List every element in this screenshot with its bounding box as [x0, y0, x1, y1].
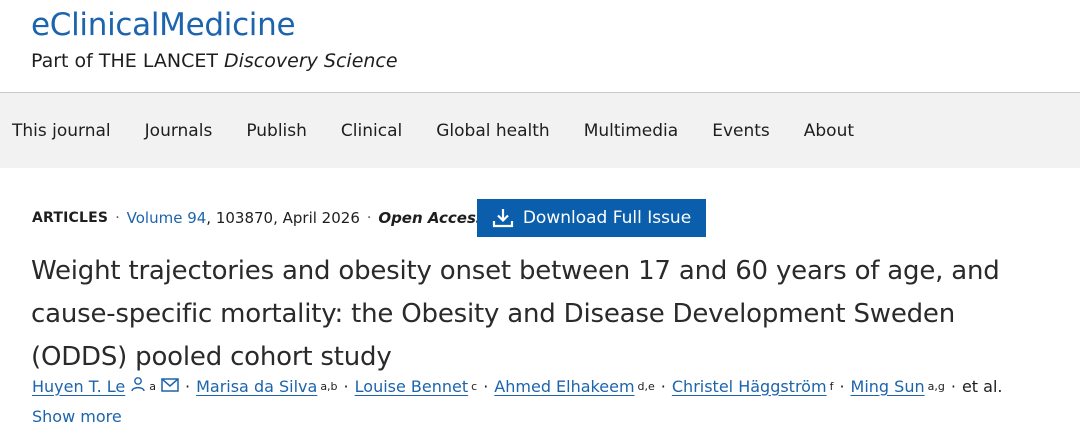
author-separator: ·	[950, 376, 956, 396]
meta-separator: ·	[115, 210, 120, 226]
author-link[interactable]: Marisa da Silva	[196, 377, 317, 396]
author-separator: ·	[184, 376, 191, 396]
open-access-label: Open Access	[378, 209, 485, 227]
main-nav: This journal Journals Publish Clinical G…	[0, 92, 1080, 168]
author-affiliation: c	[471, 379, 478, 393]
author-link[interactable]: Huyen T. Le	[32, 377, 125, 396]
download-full-issue-button[interactable]: Download Full Issue	[477, 199, 706, 237]
subtitle-italic: Discovery Science	[224, 50, 398, 72]
article-title: Weight trajectories and obesity onset be…	[31, 256, 1000, 372]
author-affiliation: a,g	[927, 379, 945, 393]
author-separator: ·	[660, 376, 666, 396]
author-list: Huyen T. Le a · Marisa da Silva a,b · Lo…	[32, 376, 1002, 396]
author-affiliation: d,e	[637, 379, 655, 393]
show-more-link[interactable]: Show more	[32, 407, 122, 426]
article-type: ARTICLES	[32, 210, 109, 226]
author-separator: ·	[483, 376, 489, 396]
nav-item-publish[interactable]: Publish	[229, 94, 324, 168]
subtitle-prefix: Part of THE LANCET	[31, 50, 218, 72]
download-button-label: Download Full Issue	[522, 208, 692, 228]
download-icon	[492, 209, 513, 228]
meta-separator: ·	[366, 210, 372, 226]
nav-item-about[interactable]: About	[787, 94, 871, 168]
author-affiliation: f	[829, 379, 834, 393]
article-meta: ARTICLES · Volume 94 , 103870, April 202…	[32, 199, 485, 237]
volume-link[interactable]: Volume 94	[127, 209, 207, 227]
nav-item-clinical[interactable]: Clinical	[324, 94, 419, 168]
author-affiliation: a	[149, 379, 156, 393]
nav-item-events[interactable]: Events	[695, 94, 787, 168]
author-separator: ·	[839, 376, 845, 396]
author-link[interactable]: Ahmed Elhakeem	[494, 377, 634, 396]
author-affiliation: a,b	[320, 379, 338, 393]
envelope-icon[interactable]	[161, 377, 179, 396]
nav-item-global-health[interactable]: Global health	[419, 94, 566, 168]
author-link[interactable]: Ming Sun	[851, 377, 925, 396]
author-separator: ·	[343, 376, 349, 396]
author-link[interactable]: Christel Häggström	[672, 377, 827, 396]
journal-brand[interactable]: eClinicalMedicine Part of THE LANCET Dis…	[31, 6, 398, 74]
journal-title[interactable]: eClinicalMedicine	[31, 6, 398, 44]
person-icon[interactable]	[130, 376, 146, 396]
journal-subtitle: Part of THE LANCET Discovery Science	[31, 48, 398, 74]
nav-item-multimedia[interactable]: Multimedia	[567, 94, 696, 168]
nav-item-journals[interactable]: Journals	[128, 94, 230, 168]
author-link[interactable]: Louise Bennet	[355, 377, 469, 396]
et-al-label: et al.	[961, 376, 1003, 396]
nav-item-this-journal[interactable]: This journal	[0, 94, 128, 168]
article-details: , 103870, April 2026	[206, 209, 360, 227]
